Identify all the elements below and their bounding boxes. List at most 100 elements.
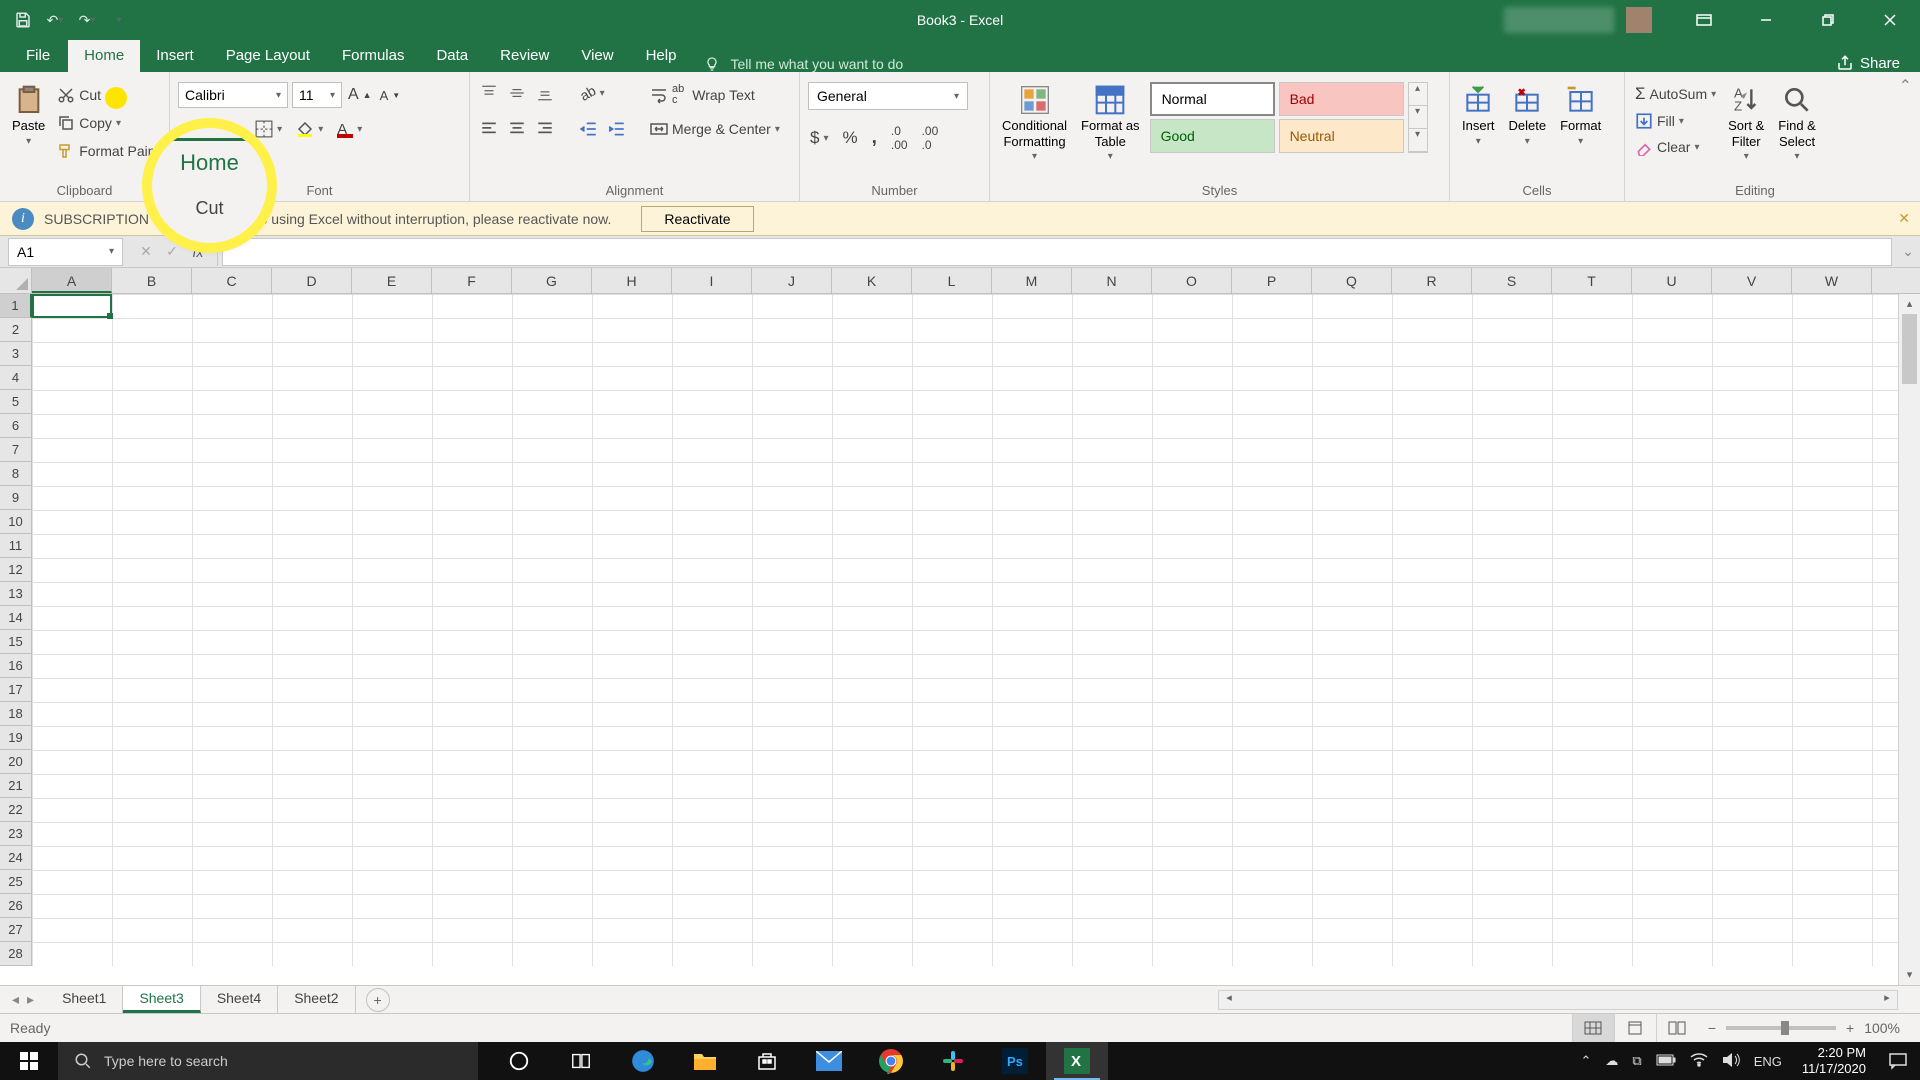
column-header[interactable]: R: [1392, 268, 1472, 293]
row-header[interactable]: 10: [0, 510, 32, 534]
select-all-button[interactable]: [0, 268, 32, 293]
cell-style-normal[interactable]: Normal: [1150, 82, 1275, 116]
column-header[interactable]: K: [832, 268, 912, 293]
action-center-icon[interactable]: [1876, 1042, 1920, 1080]
zoom-level[interactable]: 100%: [1864, 1020, 1900, 1036]
row-header[interactable]: 23: [0, 822, 32, 846]
column-header[interactable]: C: [192, 268, 272, 293]
align-center-icon[interactable]: [506, 118, 528, 140]
align-bottom-icon[interactable]: [534, 82, 556, 104]
column-header[interactable]: P: [1232, 268, 1312, 293]
row-header[interactable]: 4: [0, 366, 32, 390]
column-header[interactable]: H: [592, 268, 672, 293]
decrease-indent-icon[interactable]: [578, 118, 600, 140]
user-avatar[interactable]: [1626, 7, 1652, 33]
wifi-icon[interactable]: [1690, 1053, 1708, 1070]
column-header[interactable]: B: [112, 268, 192, 293]
font-name-select[interactable]: Calibri▾: [178, 82, 288, 108]
align-top-icon[interactable]: [478, 82, 500, 104]
row-header[interactable]: 26: [0, 894, 32, 918]
slack-icon[interactable]: [922, 1042, 984, 1080]
ribbon-display-icon[interactable]: [1674, 0, 1734, 40]
paste-button[interactable]: Paste▾: [8, 82, 49, 150]
insert-cells-button[interactable]: Insert▾: [1458, 82, 1499, 150]
language-indicator[interactable]: ENG: [1754, 1054, 1782, 1069]
row-header[interactable]: 20: [0, 750, 32, 774]
row-header[interactable]: 9: [0, 486, 32, 510]
chrome-icon[interactable]: [860, 1042, 922, 1080]
format-cells-button[interactable]: Format▾: [1556, 82, 1605, 150]
row-header[interactable]: 25: [0, 870, 32, 894]
close-button[interactable]: [1860, 0, 1920, 40]
normal-view-button[interactable]: [1572, 1014, 1614, 1043]
tab-data[interactable]: Data: [420, 39, 484, 72]
row-header[interactable]: 16: [0, 654, 32, 678]
format-as-table-button[interactable]: Format as Table▾: [1077, 82, 1144, 165]
column-header[interactable]: W: [1792, 268, 1872, 293]
tab-insert[interactable]: Insert: [140, 39, 210, 72]
sheet-nav-next-icon[interactable]: ▸: [27, 991, 34, 1008]
name-box[interactable]: A1▾: [8, 238, 123, 266]
restore-button[interactable]: [1798, 0, 1858, 40]
column-header[interactable]: S: [1472, 268, 1552, 293]
cell-style-neutral[interactable]: Neutral: [1279, 119, 1404, 153]
align-left-icon[interactable]: [478, 118, 500, 140]
taskbar-clock[interactable]: 2:20 PM 11/17/2020: [1792, 1045, 1876, 1076]
enter-formula-icon[interactable]: ✓: [163, 243, 181, 260]
sheet-nav-prev-icon[interactable]: ◂: [12, 991, 19, 1008]
minimize-button[interactable]: [1736, 0, 1796, 40]
row-header[interactable]: 2: [0, 318, 32, 342]
zoom-slider[interactable]: [1726, 1026, 1836, 1030]
row-header[interactable]: 15: [0, 630, 32, 654]
zoom-out-button[interactable]: −: [1708, 1020, 1716, 1036]
save-icon[interactable]: [14, 11, 32, 29]
decrease-decimal-button[interactable]: .00.0: [920, 122, 941, 154]
accounting-format-button[interactable]: $▾: [808, 126, 831, 150]
volume-icon[interactable]: [1722, 1052, 1740, 1071]
cut-button[interactable]: Cut: [55, 84, 174, 106]
tab-review[interactable]: Review: [484, 39, 565, 72]
borders-button[interactable]: ▾: [253, 118, 284, 140]
row-header[interactable]: 7: [0, 438, 32, 462]
qat-customize-icon[interactable]: ▾: [110, 11, 128, 29]
start-button[interactable]: [0, 1042, 58, 1080]
redo-icon[interactable]: ↷▾: [78, 11, 96, 29]
column-header[interactable]: V: [1712, 268, 1792, 293]
tab-formulas[interactable]: Formulas: [326, 39, 421, 72]
tab-file[interactable]: File: [8, 39, 68, 72]
copy-button[interactable]: Copy▾: [55, 112, 174, 134]
onedrive-icon[interactable]: ☁: [1605, 1053, 1618, 1069]
photoshop-icon[interactable]: Ps: [984, 1042, 1046, 1080]
column-header[interactable]: F: [432, 268, 512, 293]
sheet-tab[interactable]: Sheet4: [201, 986, 278, 1013]
column-header[interactable]: J: [752, 268, 832, 293]
row-header[interactable]: 21: [0, 774, 32, 798]
formula-input[interactable]: [222, 238, 1892, 266]
cells-area[interactable]: [32, 294, 1920, 966]
column-header[interactable]: A: [32, 268, 112, 293]
fill-button[interactable]: Fill▾: [1633, 110, 1718, 132]
find-select-button[interactable]: Find & Select▾: [1774, 82, 1820, 165]
column-header[interactable]: T: [1552, 268, 1632, 293]
dropbox-icon[interactable]: ⧉: [1632, 1053, 1641, 1069]
cell-styles-more[interactable]: ▴▾▾: [1408, 82, 1428, 153]
column-header[interactable]: O: [1152, 268, 1232, 293]
delete-cells-button[interactable]: Delete▾: [1505, 82, 1551, 150]
fx-icon[interactable]: fx: [189, 244, 207, 260]
percent-format-button[interactable]: %: [841, 126, 860, 150]
row-header[interactable]: 17: [0, 678, 32, 702]
bold-button[interactable]: B: [178, 119, 192, 139]
row-header[interactable]: 14: [0, 606, 32, 630]
column-header[interactable]: E: [352, 268, 432, 293]
battery-icon[interactable]: [1656, 1054, 1676, 1069]
tab-help[interactable]: Help: [630, 39, 693, 72]
tray-expand-icon[interactable]: ⌃: [1581, 1053, 1592, 1069]
comma-format-button[interactable]: ,: [870, 125, 879, 151]
sheet-tab[interactable]: Sheet2: [278, 986, 355, 1013]
vertical-scrollbar[interactable]: ▴▾: [1898, 294, 1920, 985]
row-header[interactable]: 24: [0, 846, 32, 870]
edge-icon[interactable]: [612, 1042, 674, 1080]
row-header[interactable]: 8: [0, 462, 32, 486]
orientation-button[interactable]: ab▾: [578, 83, 607, 103]
row-header[interactable]: 11: [0, 534, 32, 558]
